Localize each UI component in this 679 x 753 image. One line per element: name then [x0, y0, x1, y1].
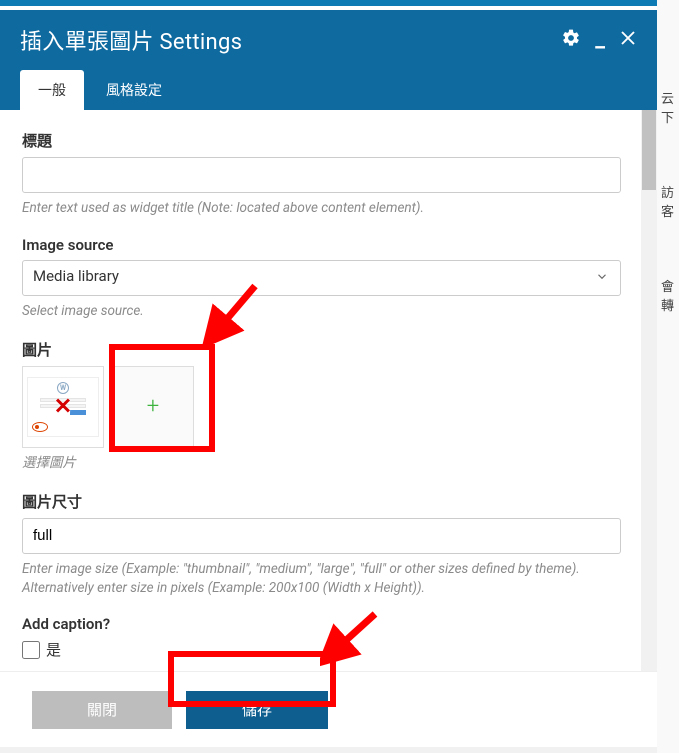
close-icon[interactable]: [619, 29, 637, 51]
plus-icon: +: [147, 394, 159, 419]
source-hint: Select image source.: [22, 302, 621, 321]
tab-general[interactable]: 一般: [20, 70, 84, 110]
annotation-arrow-2: [320, 608, 390, 668]
minimize-icon[interactable]: _: [595, 27, 605, 54]
size-label: 圖片尺寸: [22, 491, 621, 512]
scrollbar-track[interactable]: [641, 110, 657, 671]
size-hint: Enter image size (Example: "thumbnail", …: [22, 560, 621, 598]
modal-body: 標題 Enter text used as widget title (Note…: [0, 110, 657, 671]
scrollbar-thumb[interactable]: [642, 110, 656, 190]
modal-title: 插入單張圖片 Settings: [20, 24, 242, 56]
title-hint: Enter text used as widget title (Note: l…: [22, 199, 621, 218]
source-label: Image source: [22, 236, 621, 254]
modal-header: 插入單張圖片 Settings _ 一般 風格設定: [0, 10, 657, 110]
tab-style[interactable]: 風格設定: [88, 70, 180, 110]
remove-image-icon[interactable]: ✕: [54, 394, 72, 419]
caption-option: 是: [46, 639, 61, 660]
title-label: 標題: [22, 130, 621, 151]
caption-checkbox[interactable]: [22, 641, 40, 659]
modal-footer: 關閉 儲存: [0, 671, 657, 747]
size-input[interactable]: [22, 518, 621, 554]
title-input[interactable]: [22, 157, 621, 193]
close-button[interactable]: 關閉: [32, 691, 172, 729]
background-sidebar: 云下 訪客 會轉: [657, 0, 679, 753]
source-select[interactable]: Media library: [22, 260, 621, 296]
image-hint: 選擇圖片: [22, 454, 621, 473]
save-button[interactable]: 儲存: [186, 691, 328, 729]
annotation-arrow-1: [200, 278, 270, 348]
image-label: 圖片: [22, 339, 621, 360]
gear-icon[interactable]: [561, 28, 581, 52]
selected-image-thumb[interactable]: ✕: [22, 366, 104, 448]
add-image-button[interactable]: +: [112, 366, 194, 448]
tabs: 一般 風格設定: [20, 70, 637, 110]
